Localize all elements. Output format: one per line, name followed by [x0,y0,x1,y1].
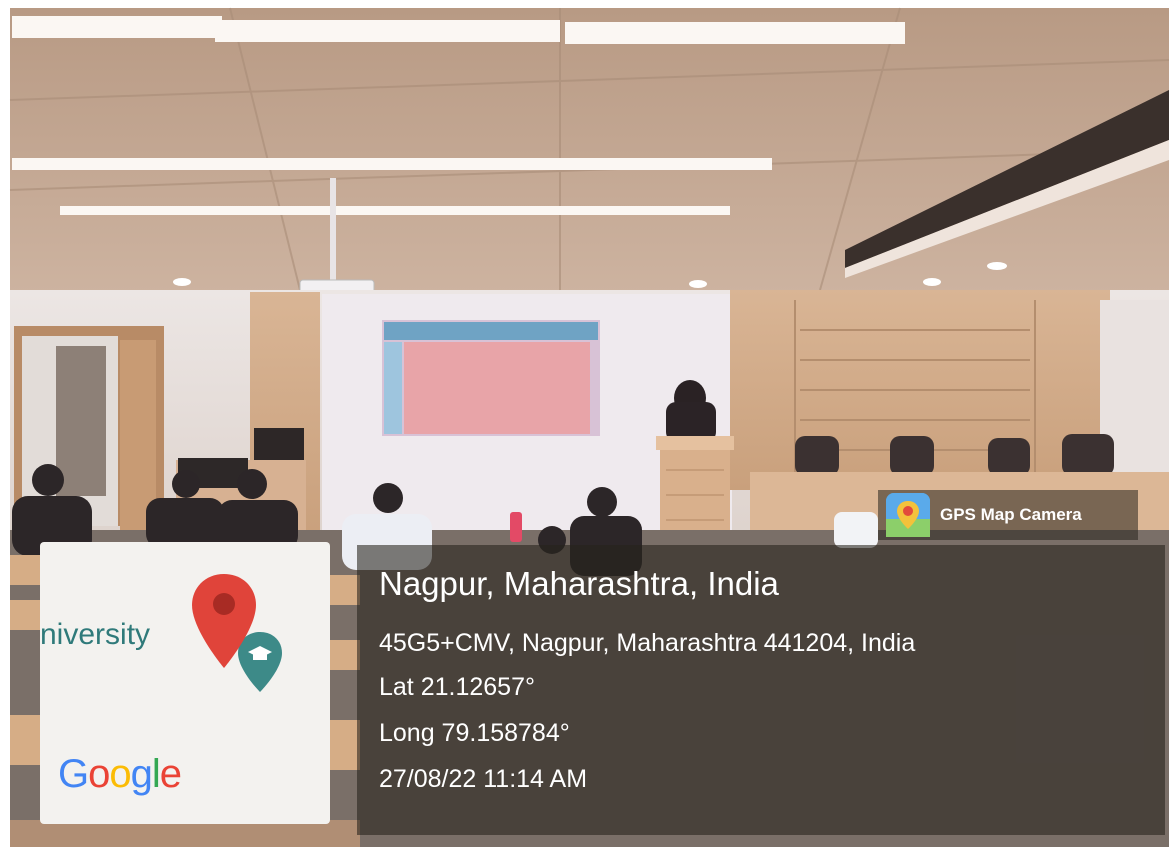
google-logo: Google [58,752,182,796]
gps-app-badge: GPS Map Camera [878,490,1138,540]
map-pin-icon [886,493,930,537]
gps-app-name: GPS Map Camera [940,505,1082,524]
location-address: 45G5+CMV, Nagpur, Maharashtra 441204, In… [379,629,916,657]
location-info-panel: Nagpur, Maharashtra, India 45G5+CMV, Nag… [357,545,1165,835]
map-pins [192,574,282,692]
podium [660,436,730,544]
map-place-label: niversity [40,618,151,651]
teal-education-pin-icon [238,632,282,692]
location-latitude: Lat 21.12657° [379,673,535,701]
location-datetime: 27/08/22 11:14 AM [379,765,588,793]
ceiling [10,8,1169,293]
location-longitude: Long 79.158784° [379,719,570,747]
location-city: Nagpur, Maharashtra, India [379,565,779,602]
map-thumbnail: niversity Google [40,542,330,824]
